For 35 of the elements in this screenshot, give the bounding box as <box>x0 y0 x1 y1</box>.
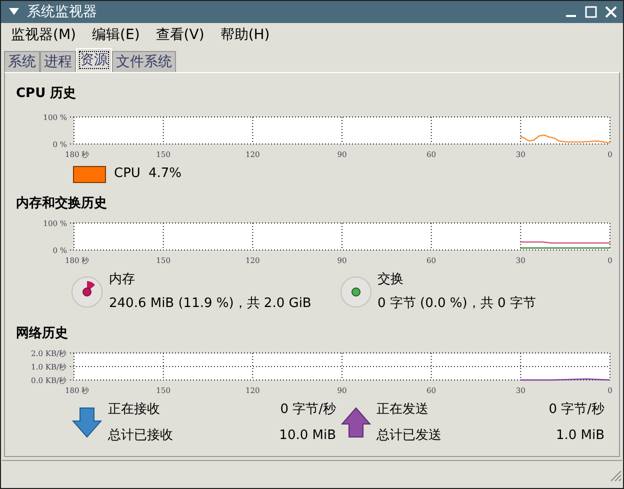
menu-item[interactable]: 帮助(H) <box>220 24 270 46</box>
stat-label: 正在接收 <box>108 401 161 419</box>
gauge-label: 内存 <box>109 271 136 289</box>
color-swatch[interactable] <box>73 166 106 182</box>
pie-gauge-icon <box>340 276 372 308</box>
tab[interactable]: 进程 <box>40 51 76 72</box>
tab[interactable]: 资源 <box>76 48 112 72</box>
stat-label: 总计已接收 <box>108 426 174 444</box>
stat-label: 正在发送 <box>376 401 430 419</box>
section-title: 内存和交换历史 <box>16 195 108 213</box>
stat-value: 0 字节/秒 <box>279 401 336 419</box>
gauge-value: 0 字节 (0.0 %)，共 0 字节 <box>378 294 536 312</box>
gauge-label: 交换 <box>378 271 404 289</box>
window-title: 系统监视器 <box>27 2 97 22</box>
close-icon[interactable] <box>603 4 619 20</box>
section-title: 网络历史 <box>16 325 69 343</box>
section-title: CPU 历史 <box>16 85 78 103</box>
menu-item[interactable]: 监视器(M) <box>11 24 76 46</box>
stat-label: 总计已发送 <box>376 426 442 444</box>
legend-value: 4.7% <box>148 165 182 184</box>
gauge-value: 240.6 MiB (11.9 %)，共 2.0 GiB <box>109 294 312 312</box>
legend-label: CPU <box>114 165 140 184</box>
maximize-icon[interactable] <box>583 4 599 20</box>
up-arrow-icon <box>340 406 372 440</box>
tab[interactable]: 文件系统 <box>112 51 176 72</box>
window-menu-icon[interactable] <box>9 8 19 16</box>
down-arrow-icon <box>71 406 103 440</box>
menu-item[interactable]: 编辑(E) <box>92 24 140 46</box>
pie-gauge-icon <box>71 276 103 308</box>
stat-value: 1.0 MiB <box>554 426 604 444</box>
resize-grip-icon[interactable] <box>608 468 622 482</box>
tab[interactable]: 系统 <box>4 51 40 72</box>
menu-item[interactable]: 查看(V) <box>156 24 204 46</box>
stat-value: 0 字节/秒 <box>548 401 604 419</box>
stat-value: 10.0 MiB <box>278 426 336 444</box>
